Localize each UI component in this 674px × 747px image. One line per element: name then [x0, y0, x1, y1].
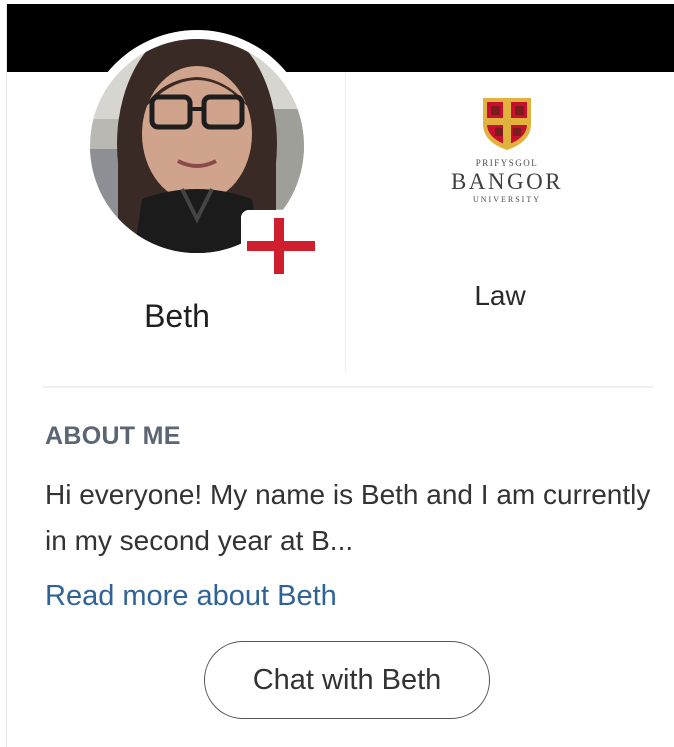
column-divider	[345, 72, 346, 372]
ambassador-name: Beth	[144, 298, 210, 334]
subject-label: Law	[474, 280, 526, 311]
about-text: Hi everyone! My name is Beth and I am cu…	[45, 479, 651, 556]
bangor-university-logo: PRIFYSGOL BANGOR UNIVERSITY	[427, 94, 587, 214]
ambassador-card: Beth PRIFYSGOL BANGOR UNIVERSITY Law ABO…	[6, 4, 674, 747]
card-header-bar	[7, 4, 674, 72]
section-divider	[43, 386, 653, 388]
logo-line-prifysgol: PRIFYSGOL	[476, 158, 539, 168]
read-more-link[interactable]: Read more about Beth	[45, 580, 337, 613]
england-flag-icon	[241, 210, 321, 282]
about-heading: ABOUT ME	[45, 422, 181, 450]
logo-line-university: UNIVERSITY	[473, 195, 541, 204]
logo-line-bangor: BANGOR	[451, 169, 563, 194]
chat-button[interactable]: Chat with Beth	[204, 641, 490, 719]
